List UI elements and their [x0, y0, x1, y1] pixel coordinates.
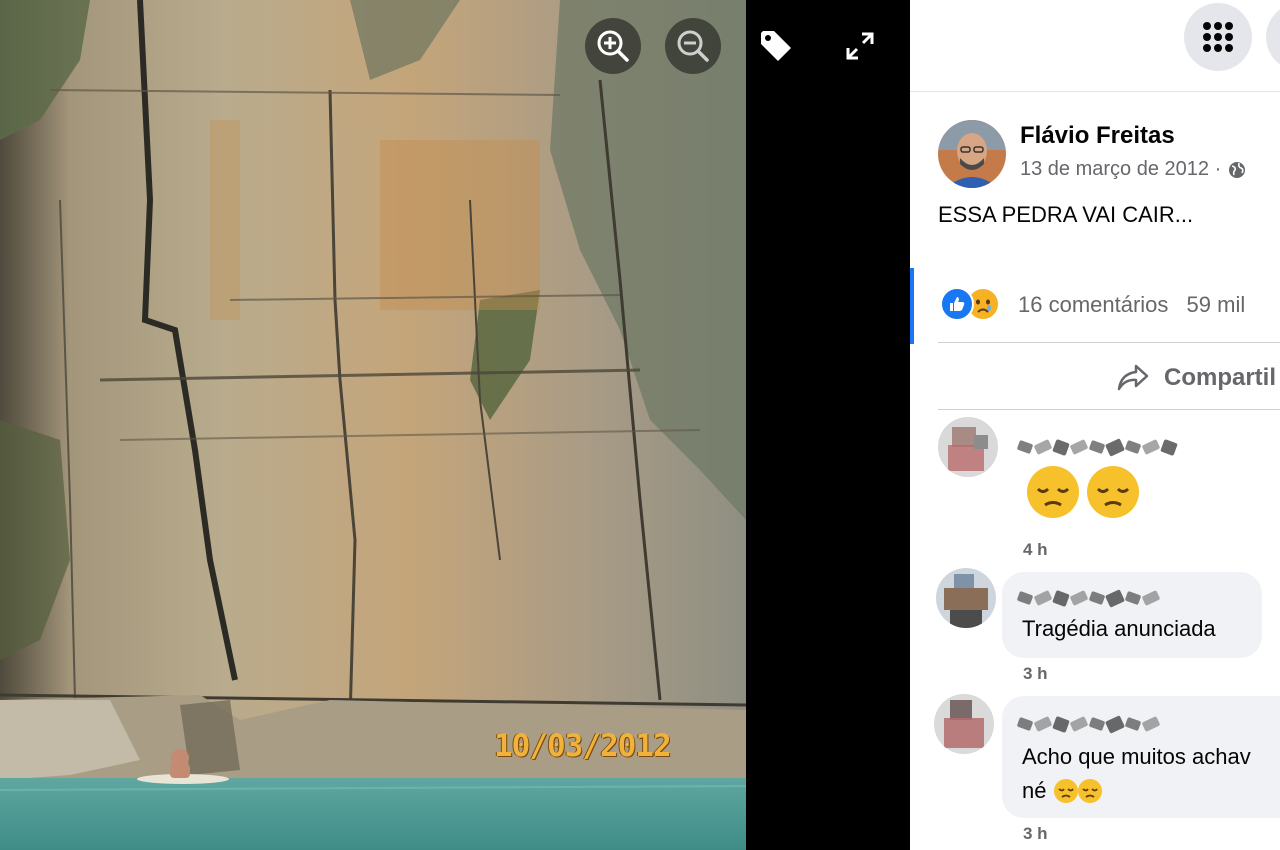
comment-avatar[interactable] [936, 568, 996, 628]
blurred-avatar-image [938, 417, 998, 477]
avatar-image [938, 120, 1006, 188]
comment-avatar[interactable] [938, 417, 998, 477]
globe-icon [1229, 161, 1246, 178]
share-label: Compartil [1164, 364, 1277, 391]
zoom-in-icon [597, 30, 629, 62]
pensive-emoji [1087, 466, 1139, 518]
comment-time[interactable]: 3 h [1023, 664, 1048, 684]
post-text: ESSA PEDRA VAI CAIR... [938, 202, 1194, 227]
cliff-photo-illustration [0, 0, 746, 850]
zoom-out-button[interactable] [665, 18, 721, 74]
pensive-emoji [1054, 779, 1103, 803]
comment-author-blurred[interactable] [1016, 714, 1161, 734]
focus-indicator [910, 268, 914, 344]
tag-icon [761, 31, 791, 61]
comment-author-blurred[interactable] [1016, 588, 1161, 608]
like-icon [940, 287, 974, 321]
top-bar [910, 0, 1280, 92]
blurred-avatar-image [934, 694, 994, 754]
comment-text: Tragédia anunciada [1022, 616, 1216, 641]
share-icon [1117, 364, 1149, 391]
zoom-in-button[interactable] [585, 18, 641, 74]
comment-time[interactable]: 4 h [1023, 540, 1048, 560]
author-name[interactable]: Flávio Freitas [1020, 122, 1175, 150]
comment-bubble: Acho que muitos achav né [1002, 696, 1280, 818]
comment-time[interactable]: 3 h [1023, 824, 1048, 844]
fullscreen-icon [846, 32, 874, 60]
post-photo[interactable]: 10/03/2012 [0, 0, 746, 850]
comment-text: né [1022, 778, 1047, 803]
tag-button[interactable] [748, 18, 804, 74]
author-avatar[interactable] [938, 120, 1006, 188]
comment-text-line2: né [1022, 778, 1103, 804]
blurred-avatar-image [936, 568, 996, 628]
comment-emoji [1026, 465, 1140, 519]
comment-text: Acho que muitos achav [1022, 744, 1251, 769]
comment-avatar[interactable] [934, 694, 994, 754]
comments-count[interactable]: 16 comentários [1018, 292, 1168, 317]
zoom-out-icon [677, 30, 709, 62]
photo-date-stamp: 10/03/2012 [494, 728, 672, 764]
divider [938, 409, 1280, 410]
fullscreen-button[interactable] [832, 18, 888, 74]
reaction-summary[interactable] [940, 287, 1004, 323]
post-date[interactable]: 13 de março de 2012 · [1020, 158, 1221, 181]
pensive-emoji [1027, 466, 1079, 518]
views-count[interactable]: 59 mil [1187, 292, 1246, 317]
share-button[interactable]: Compartil [1116, 357, 1276, 399]
post-panel: Flávio Freitas 13 de março de 2012 · ESS… [910, 0, 1280, 850]
divider [938, 342, 1280, 343]
post-stats: 16 comentários 59 mil [1018, 292, 1245, 318]
comment-author-blurred[interactable] [1016, 437, 1178, 457]
menu-button[interactable] [1184, 3, 1252, 71]
menu-grid-icon [1203, 22, 1233, 52]
photo-viewer: 10/03/2012 [0, 0, 910, 850]
post-meta: 13 de março de 2012 · [1020, 158, 1247, 181]
topbar-next-button[interactable] [1266, 3, 1280, 71]
comment-bubble: Tragédia anunciada [1002, 572, 1262, 658]
